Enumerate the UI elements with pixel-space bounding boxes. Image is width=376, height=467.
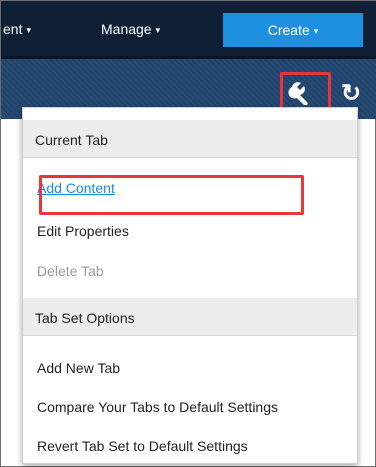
- create-button-label: Create: [267, 22, 310, 38]
- create-button[interactable]: Create ▾: [223, 13, 363, 47]
- chevron-down-icon: ▾: [313, 26, 319, 36]
- section-header-tab-set-options: Tab Set Options: [23, 298, 357, 336]
- section-header-label: Tab Set Options: [35, 310, 135, 326]
- menu-item-add-new-tab[interactable]: Add New Tab: [37, 360, 120, 376]
- tab-options-dropdown: Current Tab Add Content Edit Properties …: [22, 107, 358, 464]
- highlight-box-add-content: [39, 175, 304, 215]
- menu-item-compare-tabs[interactable]: Compare Your Tabs to Default Settings: [37, 399, 278, 415]
- section-header-label: Current Tab: [35, 132, 108, 148]
- refresh-icon[interactable]: ↻: [341, 81, 371, 107]
- nav-menu-truncated[interactable]: ent ▾: [3, 21, 31, 39]
- menu-item-revert-tab-set[interactable]: Revert Tab Set to Default Settings: [37, 438, 248, 454]
- nav-menu-manage-label: Manage: [101, 21, 152, 37]
- nav-menu-truncated-label: ent: [3, 21, 23, 37]
- menu-item-edit-properties[interactable]: Edit Properties: [37, 223, 129, 239]
- nav-menu-manage[interactable]: Manage ▾: [101, 21, 160, 39]
- screenshot-frame: ent ▾ Manage ▾ Create ▾ ↻ Current Tab Add C…: [0, 0, 376, 467]
- section-header-current-tab: Current Tab: [23, 120, 357, 158]
- top-navigation-bar: ent ▾ Manage ▾ Create ▾: [1, 1, 376, 59]
- chevron-down-icon: ▾: [26, 25, 31, 35]
- menu-item-delete-tab[interactable]: Delete Tab: [37, 263, 104, 279]
- chevron-down-icon: ▾: [155, 25, 161, 35]
